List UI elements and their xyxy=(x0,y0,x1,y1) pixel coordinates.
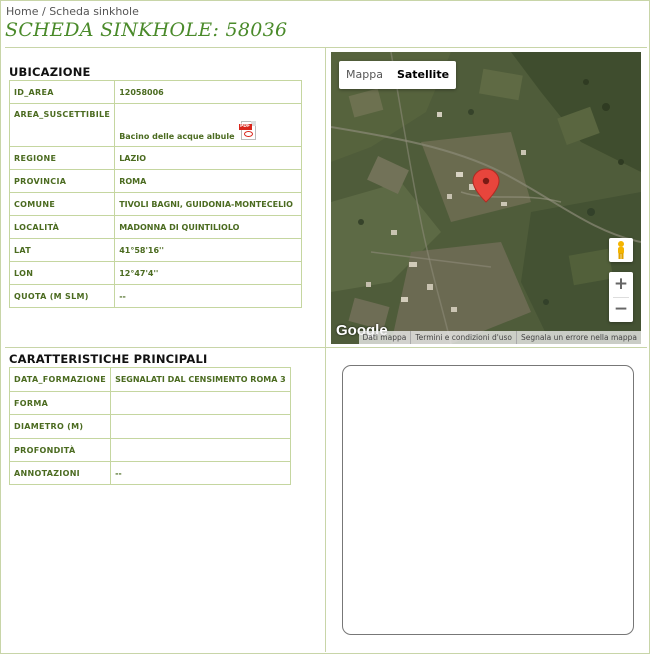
table-row: QUOTA (M SLM) -- xyxy=(8,284,302,308)
breadcrumb: Home / Scheda sinkhole xyxy=(6,5,139,18)
map-type-control: Mappa Satellite xyxy=(339,61,457,89)
table-row: ANNOTAZIONI -- xyxy=(8,461,291,485)
map-terms-link[interactable]: Termini e condizioni d'uso xyxy=(410,331,516,344)
breadcrumb-home-link[interactable]: Home xyxy=(6,5,38,18)
table-row: COMUNE TIVOLI BAGNI, GUIDONIA-MONTECELIO xyxy=(8,192,302,216)
map-data-link[interactable]: Dati mappa xyxy=(359,331,411,344)
row-key: ANNOTAZIONI xyxy=(8,461,112,485)
table-row: PROVINCIA ROMA xyxy=(8,169,302,193)
row-value: LAZIO xyxy=(114,146,302,170)
row-key: PROFONDITÀ xyxy=(8,438,112,462)
pdf-file-icon[interactable]: PDF xyxy=(238,120,257,141)
ubicazione-table: ID_AREA 12058006 AREA_SUSCETTIBILE Bacin… xyxy=(8,80,302,308)
row-key: ID_AREA xyxy=(8,80,116,104)
row-value xyxy=(110,391,291,415)
page: Home / Scheda sinkhole SCHEDA SINKHOLE: … xyxy=(0,0,650,654)
breadcrumb-separator: / xyxy=(41,5,46,18)
ubicazione-heading: UBICAZIONE xyxy=(9,65,91,79)
breadcrumb-current: Scheda sinkhole xyxy=(49,5,139,18)
row-key: PROVINCIA xyxy=(8,169,116,193)
table-row: LOCALITÀ MADONNA DI QUINTILIOLO xyxy=(8,215,302,239)
row-divider xyxy=(5,347,647,348)
caratteristiche-table: DATA_FORMAZIONE SEGNALATI DAL CENSIMENTO… xyxy=(8,367,291,485)
row-key: FORMA xyxy=(8,391,112,415)
row-key: DATA_FORMAZIONE xyxy=(8,367,112,392)
table-row: AREA_SUSCETTIBILE Bacino delle acque alb… xyxy=(8,103,302,147)
row-key: LON xyxy=(8,261,116,285)
row-value: 41°58'16'' xyxy=(114,238,302,262)
table-row: DATA_FORMAZIONE SEGNALATI DAL CENSIMENTO… xyxy=(8,367,291,392)
row-key: COMUNE xyxy=(8,192,116,216)
photo-placeholder xyxy=(342,365,634,635)
street-view-pegman-icon[interactable] xyxy=(609,238,633,262)
row-key: LAT xyxy=(8,238,116,262)
map-type-satellite-button[interactable]: Satellite xyxy=(390,61,456,89)
table-row: DIAMETRO (M) xyxy=(8,414,291,439)
map-report-error-link[interactable]: Segnala un errore nella mappa xyxy=(516,331,641,344)
row-value xyxy=(110,414,291,439)
row-value xyxy=(110,438,291,462)
table-row: LON 12°47'4'' xyxy=(8,261,302,285)
row-value: TIVOLI BAGNI, GUIDONIA-MONTECELIO xyxy=(114,192,302,216)
zoom-in-button[interactable]: + xyxy=(609,272,633,297)
row-value: -- xyxy=(114,284,302,308)
table-row: PROFONDITÀ xyxy=(8,438,291,462)
page-title: SCHEDA SINKHOLE: 58036 xyxy=(5,19,288,41)
row-key: QUOTA (M SLM) xyxy=(8,284,116,308)
zoom-control: + − xyxy=(609,272,633,322)
row-value: -- xyxy=(110,461,291,485)
row-value: 12058006 xyxy=(114,80,302,104)
row-value: ROMA xyxy=(114,169,302,193)
table-row: ID_AREA 12058006 xyxy=(8,80,302,104)
row-value: 12°47'4'' xyxy=(114,261,302,285)
satellite-map[interactable]: Mappa Satellite + − Google Dati mappa Te… xyxy=(331,52,641,344)
area-suscettibile-link[interactable]: Bacino delle acque albule xyxy=(119,132,234,141)
table-row: REGIONE LAZIO xyxy=(8,146,302,170)
row-value-area: Bacino delle acque albule PDF xyxy=(114,103,302,147)
row-value: SEGNALATI DAL CENSIMENTO ROMA 3 xyxy=(110,367,291,392)
row-value: MADONNA DI QUINTILIOLO xyxy=(114,215,302,239)
zoom-out-button[interactable]: − xyxy=(609,297,633,322)
column-divider xyxy=(325,48,326,652)
row-key: REGIONE xyxy=(8,146,116,170)
map-attribution: Dati mappa Termini e condizioni d'uso Se… xyxy=(358,331,641,344)
satellite-imagery[interactable] xyxy=(331,52,641,344)
table-row: FORMA xyxy=(8,391,291,415)
map-type-mappa-button[interactable]: Mappa xyxy=(339,61,390,89)
row-key: DIAMETRO (M) xyxy=(8,414,112,439)
row-key: AREA_SUSCETTIBILE xyxy=(8,103,116,147)
row-key: LOCALITÀ xyxy=(8,215,116,239)
caratteristiche-heading: CARATTERISTICHE PRINCIPALI xyxy=(9,352,208,366)
table-row: LAT 41°58'16'' xyxy=(8,238,302,262)
